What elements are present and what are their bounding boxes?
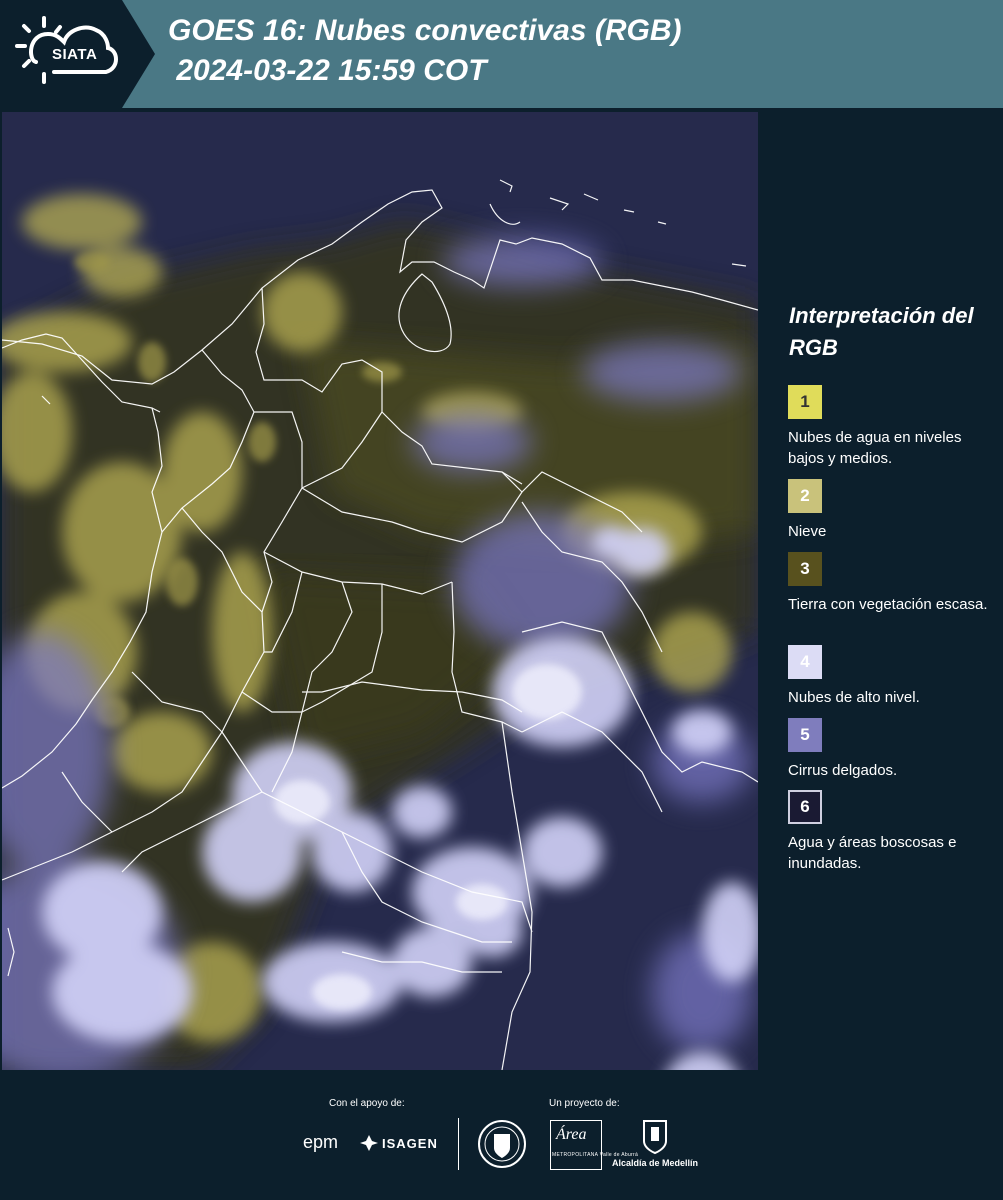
legend-label-3: Tierra con vegetación escasa. (788, 596, 988, 613)
legend-item-cirrus: 5 Cirrus delgados. (788, 718, 988, 781)
satellite-image (2, 112, 758, 1070)
page-title: GOES 16: Nubes convectivas (RGB) (168, 14, 682, 47)
footer-bar: Con el apoyo de: Un proyecto de: epm ISA… (0, 1072, 1003, 1200)
isagen-icon (360, 1135, 378, 1151)
legend-swatch-6: 6 (788, 790, 822, 824)
isagen-logo[interactable]: ISAGEN (382, 1136, 438, 1151)
legend-item-high-clouds: 4 Nubes de alto nivel. (788, 645, 988, 708)
area-metropolitana-name: Área (556, 1126, 587, 1143)
legend-label-6: Agua y áreas boscosas e inundadas. (788, 834, 957, 872)
legend-swatch-3: 3 (788, 552, 822, 586)
siata-logo[interactable]: SIATA (0, 0, 155, 108)
timestamp-title: 2024-03-22 15:59 COT (168, 54, 487, 87)
epm-logo[interactable]: epm (303, 1132, 338, 1153)
header-bar: SIATA GOES 16: Nubes convectivas (RGB) 2… (0, 0, 1003, 108)
legend-swatch-5: 5 (788, 718, 822, 752)
legend-item-bare-land: 3 Tierra con vegetación escasa. (788, 552, 988, 615)
legend-label-1: Nubes de agua en niveles bajos y medios. (788, 429, 962, 467)
support-label: Con el apoyo de: (329, 1098, 405, 1109)
satellite-map[interactable] (2, 112, 758, 1070)
alcaldia-shield-icon[interactable] (642, 1119, 668, 1155)
medellin-seal-icon[interactable] (478, 1118, 526, 1170)
legend-item-low-clouds: 1 Nubes de agua en niveles bajos y medio… (788, 385, 988, 469)
legend-label-4: Nubes de alto nivel. (788, 689, 920, 706)
legend-label-2: Nieve (788, 523, 827, 540)
alcaldia-logo-text: Alcaldía de Medellín (612, 1158, 699, 1168)
logo-text: SIATA (52, 46, 98, 63)
legend-label-5: Cirrus delgados. (788, 762, 898, 779)
legend-swatch-1: 1 (788, 385, 822, 419)
legend-swatch-2: 2 (788, 479, 822, 513)
legend-title: Interpretación del RGB (789, 303, 974, 360)
project-label: Un proyecto de: (549, 1098, 620, 1109)
legend-item-water-forest: 6 Agua y áreas boscosas e inundadas. (788, 790, 988, 874)
legend-swatch-4: 4 (788, 645, 822, 679)
legend-item-snow: 2 Nieve (788, 479, 988, 542)
footer-divider (458, 1118, 459, 1170)
